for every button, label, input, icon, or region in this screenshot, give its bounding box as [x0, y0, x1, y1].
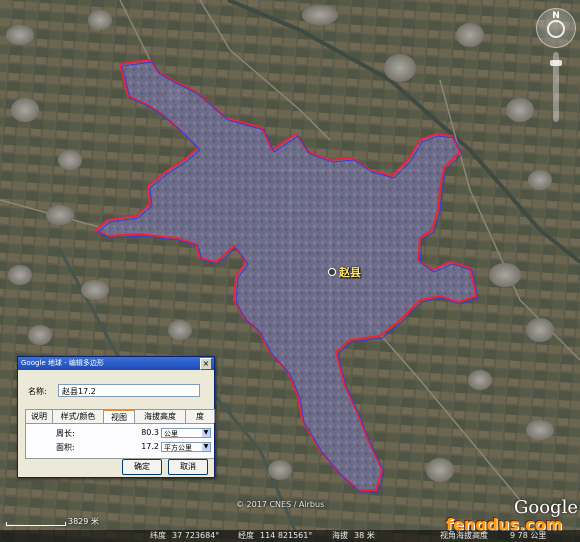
measurements-panel: 周长: 80.3 公里 ▼ 面积: 17.2 平方公里 ▼: [25, 423, 214, 459]
scale-label: 3829 米: [68, 517, 99, 526]
dialog-title-bar[interactable]: Google 地球 - 编辑多边形 ×: [18, 357, 214, 370]
area-value: 17.2: [141, 442, 159, 451]
tab-description[interactable]: 说明: [25, 409, 53, 423]
zoom-slider-knob[interactable]: [550, 60, 562, 66]
elev-label: 海拔: [332, 531, 348, 540]
dialog-title: Google 地球 - 编辑多边形: [21, 359, 104, 367]
edit-polygon-dialog: Google 地球 - 编辑多边形 × 名称: 赵县17.2 说明 样式/颜色 …: [17, 356, 215, 478]
eye-alt-label: 视角海拔高度: [440, 531, 488, 540]
look-joystick-icon[interactable]: [547, 20, 565, 38]
eye-alt-value: 9 78 公里: [510, 531, 547, 540]
status-bar: 纬度 37 723684° 经度 114 821561° 海拔 38 米 视角海…: [0, 530, 580, 542]
perimeter-label: 周长:: [56, 429, 75, 438]
imagery-copyright: © 2017 CNES / Airbus: [236, 500, 325, 509]
cancel-button[interactable]: 取消: [168, 459, 208, 475]
perimeter-unit-select[interactable]: 公里 ▼: [161, 428, 211, 438]
compass-icon[interactable]: N: [536, 8, 576, 48]
place-marker-icon[interactable]: [328, 268, 336, 276]
tab-measurements[interactable]: 度: [185, 409, 215, 423]
lon-label: 经度: [238, 531, 254, 540]
place-label: 赵县: [339, 266, 361, 279]
close-icon[interactable]: ×: [200, 358, 212, 370]
perimeter-unit: 公里: [164, 430, 178, 438]
perimeter-value: 80.3: [141, 428, 159, 437]
ok-button[interactable]: 确定: [122, 459, 162, 475]
name-label: 名称:: [28, 387, 47, 396]
tab-style-color[interactable]: 样式/颜色: [52, 409, 104, 423]
chevron-down-icon[interactable]: ▼: [202, 429, 210, 437]
tab-view[interactable]: 视图: [103, 409, 135, 424]
lat-label: 纬度: [150, 531, 166, 540]
lon-value: 114 821561°: [260, 531, 313, 540]
tab-altitude[interactable]: 海拔高度: [134, 409, 186, 423]
elev-value: 38 米: [354, 531, 375, 540]
lat-value: 37 723684°: [172, 531, 220, 540]
chevron-down-icon[interactable]: ▼: [202, 443, 210, 451]
name-input[interactable]: 赵县17.2: [58, 384, 200, 397]
area-label: 面积:: [56, 443, 75, 452]
area-unit: 平方公里: [164, 444, 192, 452]
scale-bar: [6, 522, 66, 526]
area-unit-select[interactable]: 平方公里 ▼: [161, 442, 211, 452]
